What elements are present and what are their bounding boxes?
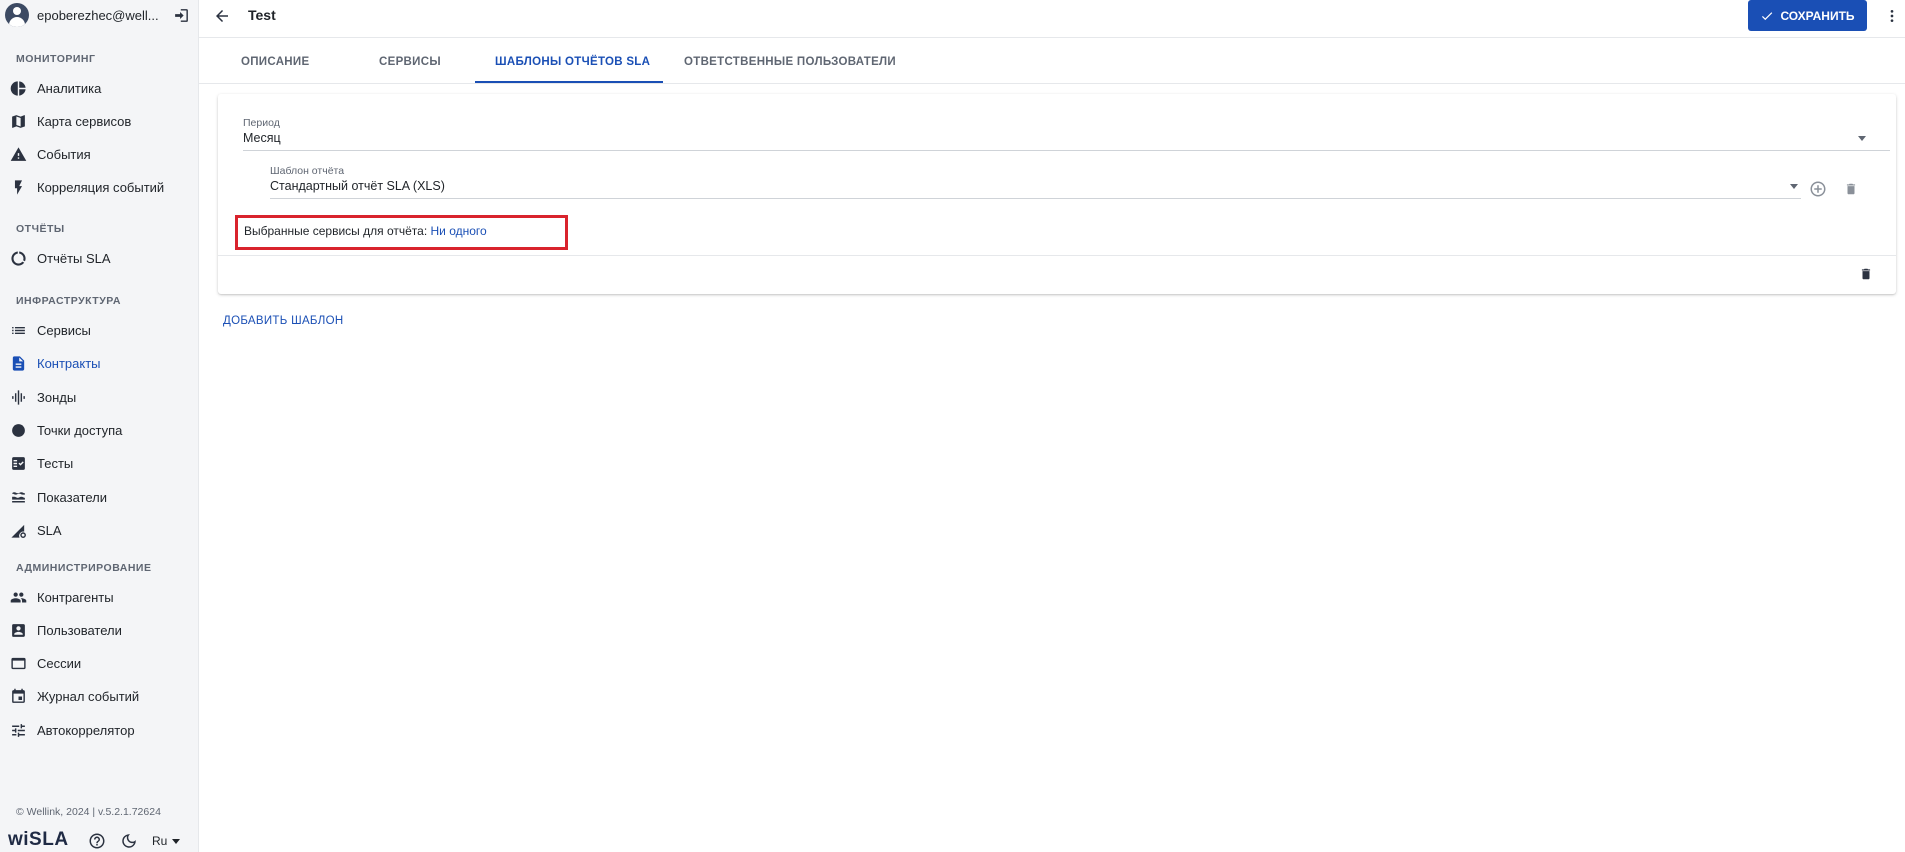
sidebar-item-label: Автокоррелятор xyxy=(37,723,135,738)
sidebar-item-metrics[interactable]: Показатели xyxy=(0,484,199,510)
sidebar-item-label: Пользователи xyxy=(37,623,122,638)
report-template-label: Шаблон отчёта xyxy=(270,165,345,177)
sidebar-item-services[interactable]: Сервисы xyxy=(0,317,199,343)
sidebar-item-probes[interactable]: Зонды xyxy=(0,384,199,410)
language-select[interactable]: Ru xyxy=(152,834,167,848)
sidebar-item-sla[interactable]: SLA xyxy=(0,517,199,543)
sidebar-item-label: Аналитика xyxy=(37,81,102,96)
list-icon xyxy=(12,326,25,335)
sidebar-item-label: SLA xyxy=(37,523,62,538)
user-name: epoberezhec@well... xyxy=(37,8,159,23)
dark-mode-icon[interactable] xyxy=(120,832,138,850)
bolt-icon xyxy=(14,180,23,195)
back-arrow-icon[interactable] xyxy=(213,7,231,25)
card-divider xyxy=(218,255,1896,256)
selected-services: Выбранные сервисы для отчёта: Ни одного xyxy=(244,224,487,238)
sidebar-item-users[interactable]: Пользователи xyxy=(0,617,199,643)
sidebar-item-label: Зонды xyxy=(37,390,77,405)
add-circle-icon[interactable] xyxy=(1809,180,1827,198)
signal-gear-icon xyxy=(11,524,26,538)
sidebar-item-events[interactable]: События xyxy=(0,141,199,167)
calendar-icon xyxy=(12,688,25,703)
sidebar-item-label: Контрагенты xyxy=(37,590,114,605)
chevron-down-icon[interactable] xyxy=(172,839,180,844)
sidebar-item-label: Отчёты SLA xyxy=(37,251,111,266)
tab-description[interactable]: ОПИСАНИЕ xyxy=(241,56,309,68)
sidebar-item-service-map[interactable]: Карта сервисов xyxy=(0,108,199,134)
sidebar-item-autocorrelator[interactable]: Автокоррелятор xyxy=(0,717,199,743)
sidebar-item-label: Сервисы xyxy=(37,323,91,338)
tab-indicator xyxy=(475,81,663,83)
people-icon xyxy=(10,592,27,603)
sidebar-item-event-correlation[interactable]: Корреляция событий xyxy=(0,174,199,200)
sidebar-item-counterparties[interactable]: Контрагенты xyxy=(0,584,199,610)
save-button-label: СОХРАНИТЬ xyxy=(1780,8,1855,23)
sidebar-item-label: Корреляция событий xyxy=(37,180,165,195)
stacked-lines-icon xyxy=(12,492,25,503)
sidebar-item-label: Журнал событий xyxy=(37,689,140,704)
user-row[interactable]: epoberezhec@well... xyxy=(0,0,199,30)
sla-template-card: Период Месяц Шаблон отчёта Стандартный о… xyxy=(218,94,1896,294)
sidebar-item-label: Контракты xyxy=(37,356,101,371)
section-monitoring: МОНИТОРИНГ xyxy=(16,53,96,65)
window-icon xyxy=(11,657,26,670)
add-template-button[interactable]: ДОБАВИТЬ ШАБЛОН xyxy=(223,315,343,327)
tune-icon xyxy=(12,724,25,737)
circle-icon xyxy=(12,424,25,437)
sidebar: epoberezhec@well... МОНИТОРИНГ Аналитика… xyxy=(0,0,199,852)
selected-services-label: Выбранные сервисы для отчёта: xyxy=(244,224,428,238)
copyright: © Wellink, 2024 | v.5.2.1.72624 xyxy=(16,806,161,818)
tab-responsible-users[interactable]: ОТВЕТСТВЕННЫЕ ПОЛЬЗОВАТЕЛИ xyxy=(684,56,896,68)
sidebar-item-tests[interactable]: Тесты xyxy=(0,450,199,476)
donut-icon xyxy=(11,251,26,266)
avatar-icon xyxy=(5,3,29,27)
period-select[interactable]: Месяц xyxy=(243,131,281,145)
sidebar-item-label: Показатели xyxy=(37,490,107,505)
delete-template-row-icon[interactable] xyxy=(1844,181,1858,197)
sidebar-item-analytics[interactable]: Аналитика xyxy=(0,75,199,101)
logout-icon[interactable] xyxy=(173,7,190,24)
sidebar-item-label: Карта сервисов xyxy=(37,114,132,129)
tab-bar: ОПИСАНИЕ СЕРВИСЫ ШАБЛОНЫ ОТЧЁТОВ SLA ОТВ… xyxy=(199,38,1905,84)
report-template-chevron-down-icon[interactable] xyxy=(1790,184,1798,189)
report-template-select[interactable]: Стандартный отчёт SLA (XLS) xyxy=(270,179,445,193)
top-bar: Test СОХРАНИТЬ xyxy=(199,0,1905,38)
map-icon xyxy=(12,115,25,128)
period-chevron-down-icon[interactable] xyxy=(1858,136,1866,141)
waveform-icon xyxy=(12,390,25,405)
user-box-icon xyxy=(12,624,25,637)
sidebar-item-label: Сессии xyxy=(37,656,82,671)
period-label: Период xyxy=(243,117,280,129)
selected-services-link[interactable]: Ни одного xyxy=(431,224,487,238)
save-button[interactable]: СОХРАНИТЬ xyxy=(1748,0,1867,31)
tab-services[interactable]: СЕРВИСЫ xyxy=(379,56,441,68)
checklist-icon xyxy=(12,457,25,470)
sidebar-item-contracts[interactable]: Контракты xyxy=(0,350,199,376)
more-vert-icon[interactable] xyxy=(1884,7,1900,25)
section-infrastructure: ИНФРАСТРУКТУРА xyxy=(16,295,121,307)
sidebar-item-event-log[interactable]: Журнал событий xyxy=(0,683,199,709)
sidebar-item-access-points[interactable]: Точки доступа xyxy=(0,417,199,443)
check-icon xyxy=(1762,11,1773,20)
sidebar-item-label: Точки доступа xyxy=(37,423,123,438)
help-icon[interactable] xyxy=(88,832,106,850)
report-template-underline xyxy=(270,198,1801,199)
brand-logo: wiSLA xyxy=(8,829,69,850)
section-administration: АДМИНИСТРИРОВАНИЕ xyxy=(16,562,152,574)
delete-template-icon[interactable] xyxy=(1859,266,1873,282)
warning-icon xyxy=(10,147,27,161)
sidebar-item-label: События xyxy=(37,147,91,162)
tab-sla-templates[interactable]: ШАБЛОНЫ ОТЧЁТОВ SLA xyxy=(495,56,650,68)
sidebar-item-sla-reports[interactable]: Отчёты SLA xyxy=(0,245,199,271)
period-underline xyxy=(243,150,1890,151)
sidebar-item-sessions[interactable]: Сессии xyxy=(0,650,199,676)
section-reports: ОТЧЁТЫ xyxy=(16,223,65,235)
sidebar-item-label: Тесты xyxy=(37,456,74,471)
pie-chart-icon xyxy=(10,81,26,96)
page-title: Test xyxy=(248,7,276,23)
document-icon xyxy=(12,356,25,371)
